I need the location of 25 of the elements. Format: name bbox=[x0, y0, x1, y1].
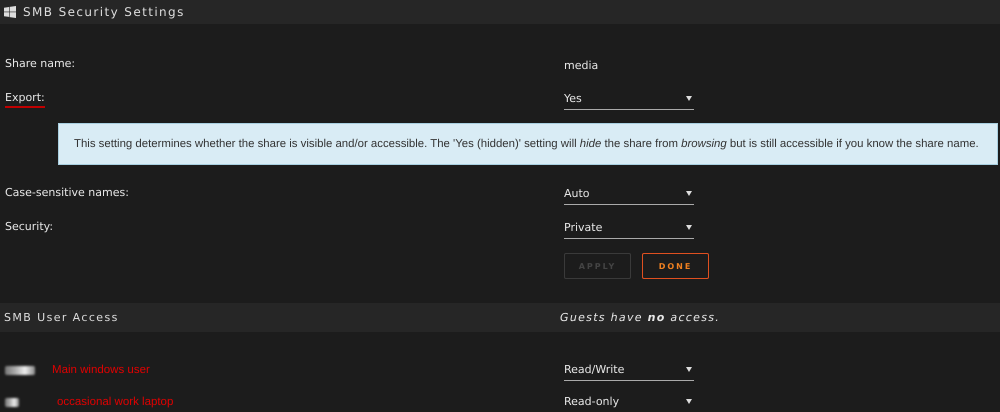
caret-icon bbox=[686, 399, 692, 404]
dropdown[interactable]: Auto bbox=[564, 183, 694, 205]
done-button[interactable]: DONE bbox=[642, 253, 709, 279]
field-value: media bbox=[564, 58, 598, 72]
dropdown[interactable]: Yes bbox=[564, 88, 694, 110]
windows-icon bbox=[4, 6, 16, 18]
field-label: Case-sensitive names: bbox=[5, 186, 129, 200]
field-label: Security: bbox=[5, 220, 54, 234]
blurred-icon bbox=[5, 398, 19, 406]
caret-icon bbox=[686, 225, 692, 230]
dropdown[interactable]: Read-only bbox=[564, 391, 694, 412]
dropdown[interactable]: Read/Write bbox=[564, 359, 694, 381]
user-label: Main windows user bbox=[52, 364, 150, 376]
caret-icon bbox=[686, 367, 692, 372]
section-title: SMB User Access bbox=[4, 311, 120, 324]
blurred-icon bbox=[5, 366, 35, 374]
help-text: This setting determines whether the share is visible and/or accessible. The 'Yes (hidden)' setting will hide the share from browsing but is still accessible if you know the share name. bbox=[58, 123, 998, 165]
caret-icon bbox=[686, 191, 692, 196]
user-label: occasional work laptop bbox=[57, 396, 174, 408]
caret-icon bbox=[686, 96, 692, 101]
field-label: Share name: bbox=[5, 56, 76, 72]
section-title: SMB Security Settings bbox=[23, 5, 185, 19]
field-label: Export: bbox=[5, 90, 45, 108]
guest-note: Guests have no access. bbox=[560, 311, 720, 324]
dropdown[interactable]: Private bbox=[564, 217, 694, 239]
